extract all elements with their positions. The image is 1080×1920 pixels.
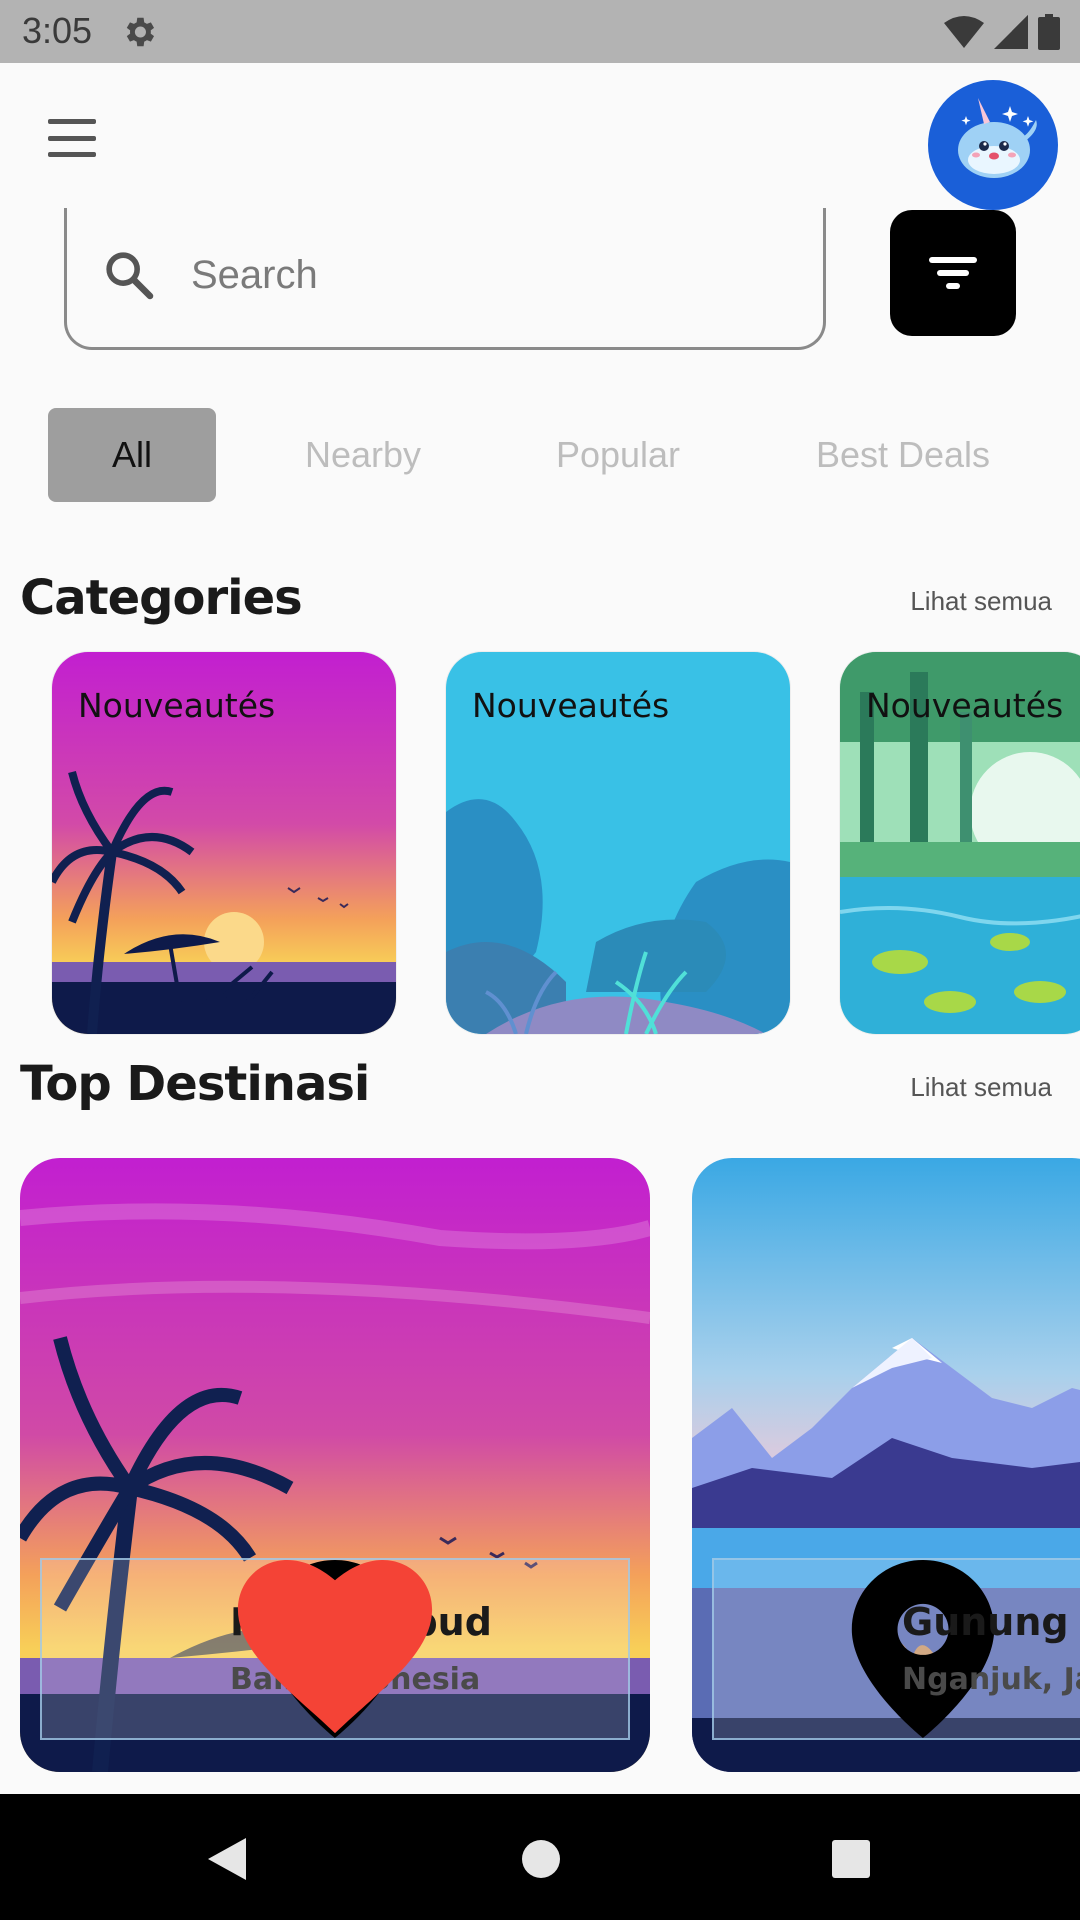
categories-see-all-link[interactable]: Lihat semua bbox=[910, 586, 1052, 617]
signal-icon bbox=[994, 15, 1028, 49]
destination-info-panel: Pantai Ubud Bali, Indonesia bbox=[40, 1558, 630, 1740]
tab-nearby[interactable]: Nearby bbox=[278, 408, 448, 502]
top-destinations-see-all-link[interactable]: Lihat semua bbox=[910, 1072, 1052, 1103]
recents-icon[interactable] bbox=[830, 1834, 872, 1884]
destination-info-panel: Gunung F Nganjuk, Ja bbox=[712, 1558, 1080, 1740]
filter-button[interactable] bbox=[890, 210, 1016, 336]
battery-icon bbox=[1038, 14, 1060, 50]
destination-location: Nganjuk, Ja bbox=[902, 1662, 1080, 1697]
system-navigation-bar bbox=[0, 1794, 1080, 1920]
search-input[interactable] bbox=[191, 243, 751, 307]
user-avatar[interactable] bbox=[928, 80, 1058, 210]
top-destinations-title: Top Destinasi bbox=[20, 1056, 370, 1112]
category-card-forest[interactable]: Nouveautés bbox=[840, 652, 1080, 1034]
category-label: Nouveautés bbox=[866, 686, 1064, 725]
destination-card-pantai-ubud[interactable]: Pantai Ubud Bali, Indonesia bbox=[20, 1158, 650, 1772]
category-label: Nouveautés bbox=[472, 686, 670, 725]
category-label: Nouveautés bbox=[78, 686, 276, 725]
home-icon[interactable] bbox=[520, 1834, 562, 1884]
tab-popular[interactable]: Popular bbox=[530, 408, 706, 502]
favorite-heart-icon[interactable] bbox=[42, 1560, 628, 1738]
destination-card-gunung[interactable]: Gunung F Nganjuk, Ja bbox=[692, 1158, 1080, 1772]
tab-all[interactable]: All bbox=[48, 408, 216, 502]
categories-title: Categories bbox=[20, 570, 303, 626]
filter-icon bbox=[929, 257, 977, 289]
search-icon bbox=[106, 252, 154, 300]
settings-gear-icon bbox=[126, 17, 155, 47]
search-box bbox=[64, 208, 826, 350]
category-card-underwater[interactable]: Nouveautés bbox=[446, 652, 790, 1034]
wifi-icon bbox=[944, 16, 984, 48]
destination-name: Gunung F bbox=[902, 1600, 1080, 1644]
status-icons bbox=[944, 13, 1060, 51]
status-bar: 3:05 bbox=[0, 0, 1080, 63]
category-card-sunset[interactable]: Nouveautés bbox=[52, 652, 396, 1034]
filter-tabs: All Nearby Popular Best Deals bbox=[0, 408, 1080, 502]
back-icon[interactable] bbox=[204, 1834, 250, 1884]
tab-best-deals[interactable]: Best Deals bbox=[800, 408, 1006, 502]
hamburger-menu-icon[interactable] bbox=[44, 115, 100, 161]
location-pin-icon bbox=[851, 1560, 995, 1738]
narwhal-avatar-icon bbox=[958, 98, 1037, 178]
status-time: 3:05 bbox=[22, 10, 93, 51]
